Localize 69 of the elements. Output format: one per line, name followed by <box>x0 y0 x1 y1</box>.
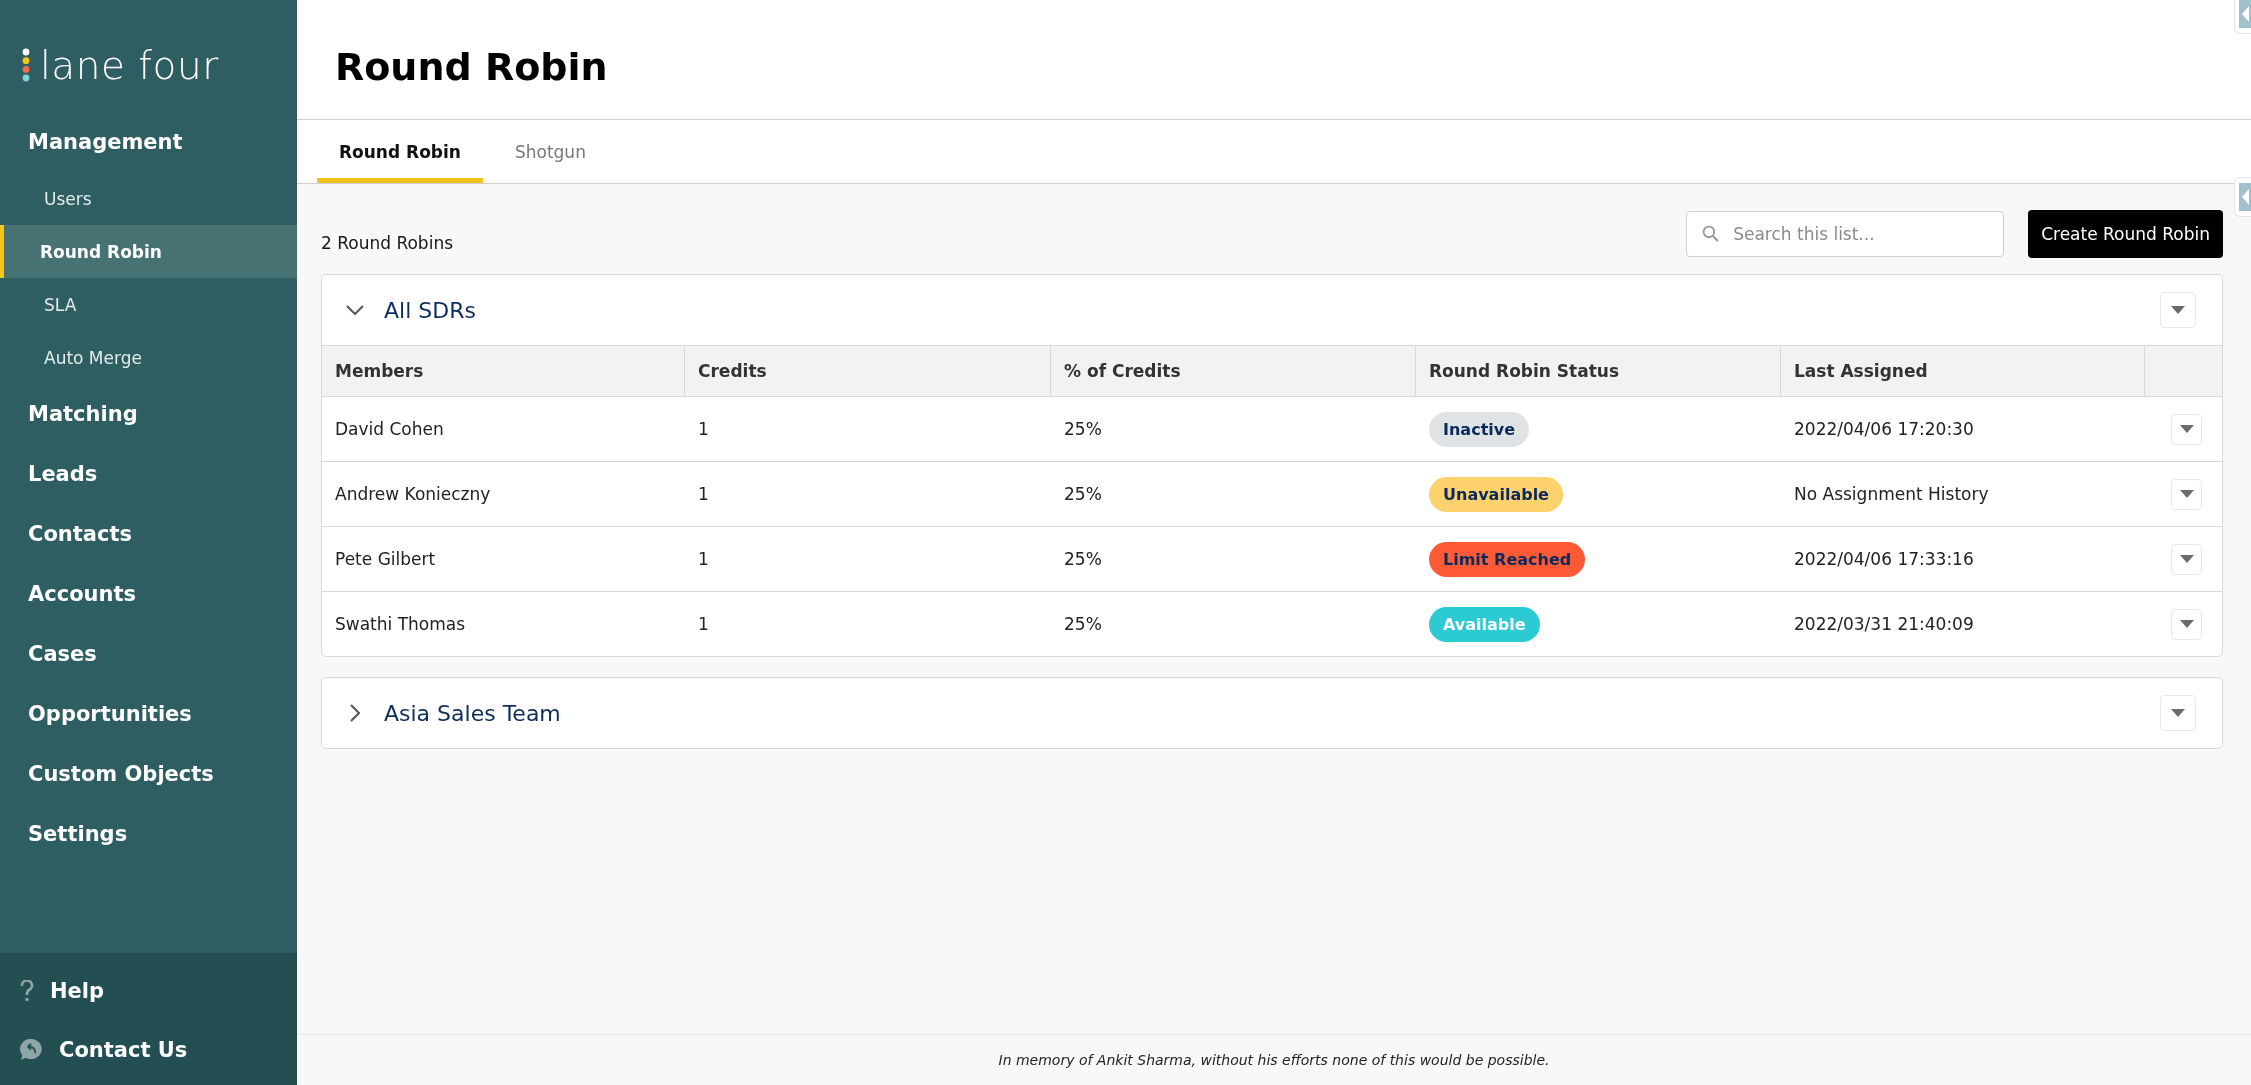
nav-item[interactable]: SLA <box>0 278 297 331</box>
caret-icon <box>2179 425 2194 433</box>
table-cell-text: 25% <box>1063 483 1103 506</box>
row-dropdown-button[interactable] <box>2171 413 2202 445</box>
nav-section[interactable]: Accounts <box>0 564 297 624</box>
caret-icon <box>2179 555 2194 563</box>
chevron-right-icon <box>350 704 360 722</box>
nav-item[interactable]: Auto Merge <box>0 331 297 384</box>
nav-section[interactable]: Custom Objects <box>0 744 297 804</box>
caret-icon <box>2179 490 2194 498</box>
caret-icon <box>2179 620 2194 628</box>
caret-icon <box>2171 306 2185 314</box>
status-badge: Inactive <box>1429 411 1530 447</box>
collapse-handle[interactable] <box>2234 177 2251 217</box>
chevron-down-icon <box>346 305 364 315</box>
brand-logo-text: lane four <box>40 45 219 85</box>
column-header: Last Assigned <box>1781 346 2145 396</box>
status-badge: Available <box>1429 606 1540 642</box>
column-header: % of Credits <box>1051 346 1416 396</box>
search-field[interactable]: Search this list... <box>1686 211 2005 257</box>
table-cell-text: 1 <box>697 613 710 636</box>
footer-text: In memory of Ankit Sharma, without his efforts none of this would be possible. <box>998 1052 1550 1068</box>
table-cell-text: 2022/03/31 21:40:09 <box>1793 613 1975 636</box>
tab[interactable]: Round Robin <box>317 125 483 183</box>
status-badge: Limit Reached <box>1429 541 1586 577</box>
nav-section[interactable]: Settings <box>0 804 297 864</box>
caret-icon <box>2171 709 2185 717</box>
status-badge: Unavailable <box>1429 476 1563 512</box>
column-header: Credits <box>685 346 1051 396</box>
sidebar-footer-link[interactable]: Help <box>0 961 297 1020</box>
table-cell-text: 1 <box>697 483 710 506</box>
page-title: Round Robin <box>335 43 608 89</box>
nav-section[interactable]: Leads <box>0 444 297 504</box>
table-cell-text: 1 <box>697 418 710 441</box>
sidebar-footer-link[interactable]: Contact Us <box>0 1020 297 1079</box>
nav-item[interactable]: Users <box>0 172 297 225</box>
table-cell-text: No Assignment History <box>1793 483 1990 506</box>
nav-section[interactable]: Management <box>0 112 297 172</box>
create-round-robin-button[interactable]: Create Round Robin <box>2028 210 2223 258</box>
nav-section[interactable]: Cases <box>0 624 297 684</box>
table-cell-text: Swathi Thomas <box>334 613 467 636</box>
table-cell-text: Pete Gilbert <box>334 548 437 571</box>
column-header: Round Robin Status <box>1416 346 1781 396</box>
table-cell-text: 25% <box>1063 613 1103 636</box>
table-cell-text: David Cohen <box>334 418 445 441</box>
logo-dots-icon <box>22 48 30 82</box>
group-title[interactable]: Asia Sales Team <box>384 700 561 726</box>
collapse-handle[interactable] <box>2234 0 2251 34</box>
column-header: Members <box>322 346 685 396</box>
table-cell-text: 25% <box>1063 418 1103 441</box>
tab[interactable]: Shotgun <box>492 125 608 183</box>
table-cell-text: 1 <box>697 548 710 571</box>
nav-section[interactable]: Matching <box>0 384 297 444</box>
table-cell-text: 25% <box>1063 548 1103 571</box>
row-dropdown-button[interactable] <box>2171 543 2202 575</box>
nav-item[interactable]: Round Robin <box>0 225 297 278</box>
chat-bubble-icon <box>20 1038 43 1061</box>
list-count: 2 Round Robins <box>321 232 453 253</box>
row-dropdown-button[interactable] <box>2171 478 2202 510</box>
nav-section[interactable]: Contacts <box>0 504 297 564</box>
table-cell-text: Andrew Konieczny <box>334 483 492 506</box>
nav-section[interactable]: Opportunities <box>0 684 297 744</box>
dropdown-button[interactable] <box>2160 695 2196 731</box>
table-cell-text: 2022/04/06 17:33:16 <box>1793 548 1975 571</box>
question-mark-icon <box>20 979 34 1002</box>
row-dropdown-button[interactable] <box>2171 608 2202 640</box>
table-cell-text: 2022/04/06 17:20:30 <box>1793 418 1975 441</box>
group-title[interactable]: All SDRs <box>384 297 476 323</box>
dropdown-button[interactable] <box>2160 292 2196 328</box>
